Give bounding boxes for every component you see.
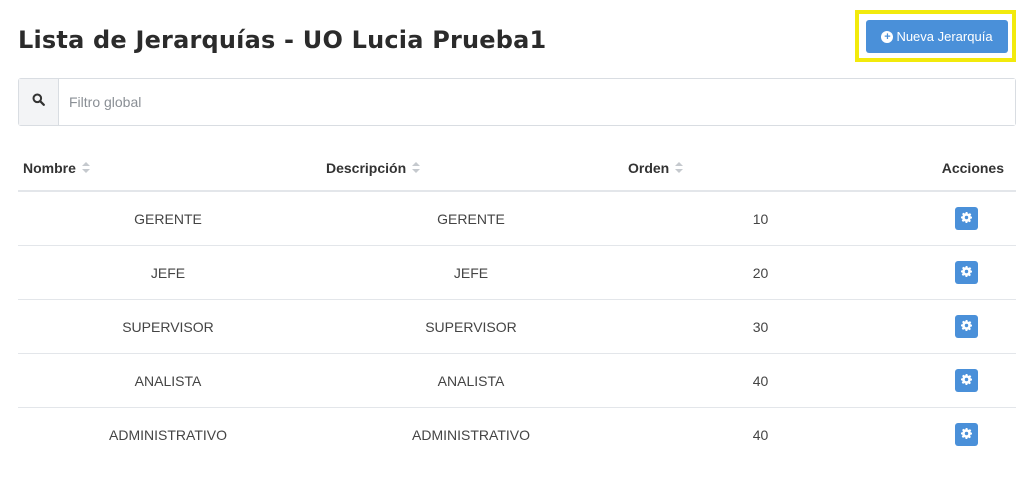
gear-icon [961,265,972,280]
cell-orden: 20 [752,264,769,281]
sort-icon [675,160,684,176]
column-header-acciones: Acciones [942,160,1004,176]
cell-orden: 30 [752,318,769,335]
cell-orden: 40 [752,372,769,389]
cell-nombre: SUPERVISOR [122,318,214,335]
table-row: JEFE JEFE 20 [18,246,1016,300]
page-title: Lista de Jerarquías - UO Lucia Prueba1 [18,26,547,54]
cell-descripcion: ADMINISTRATIVO [412,426,530,443]
row-actions-button[interactable] [955,261,978,284]
search-addon [19,79,59,125]
column-header-label: Acciones [941,160,1004,176]
gear-icon [961,373,972,388]
cell-descripcion: GERENTE [437,210,505,227]
column-header-nombre[interactable]: Nombre [23,160,90,176]
search-input[interactable] [59,79,1015,125]
column-header-label: Nombre [23,160,76,176]
table-row: SUPERVISOR SUPERVISOR 30 [18,300,1016,354]
gear-icon [961,211,972,226]
cell-descripcion: SUPERVISOR [425,318,517,335]
plus-circle-icon: + [881,30,894,43]
new-hierarchy-button[interactable]: + Nueva Jerarquía [866,20,1008,53]
column-header-label: Orden [628,160,670,176]
search-icon [32,93,45,111]
column-header-label: Descripción [326,160,407,176]
cell-nombre: GERENTE [134,210,202,227]
table-body: GERENTE GERENTE 10 JEFE JEFE 20 SUPERVIS… [18,192,1016,461]
cell-nombre: JEFE [150,264,186,281]
cell-orden: 10 [752,210,769,227]
cell-nombre: ADMINISTRATIVO [109,426,227,443]
cell-orden: 40 [752,426,769,443]
row-actions-button[interactable] [955,423,978,446]
table-row: GERENTE GERENTE 10 [18,192,1016,246]
row-actions-button[interactable] [955,369,978,392]
column-header-orden[interactable]: Orden [628,160,684,176]
table-row: ADMINISTRATIVO ADMINISTRATIVO 40 [18,408,1016,461]
cell-descripcion: JEFE [453,264,489,281]
column-header-descripcion[interactable]: Descripción [326,160,421,176]
cell-descripcion: ANALISTA [437,372,505,389]
row-actions-button[interactable] [955,315,978,338]
row-actions-button[interactable] [955,207,978,230]
gear-icon [961,427,972,442]
table-header: Nombre Descripción Orden Acciones [18,150,1016,192]
new-hierarchy-label: Nueva Jerarquía [896,29,993,44]
global-filter [18,78,1016,126]
cell-nombre: ANALISTA [134,372,202,389]
gear-icon [961,319,972,334]
table-row: ANALISTA ANALISTA 40 [18,354,1016,408]
sort-icon [412,160,421,176]
sort-icon [81,160,90,176]
